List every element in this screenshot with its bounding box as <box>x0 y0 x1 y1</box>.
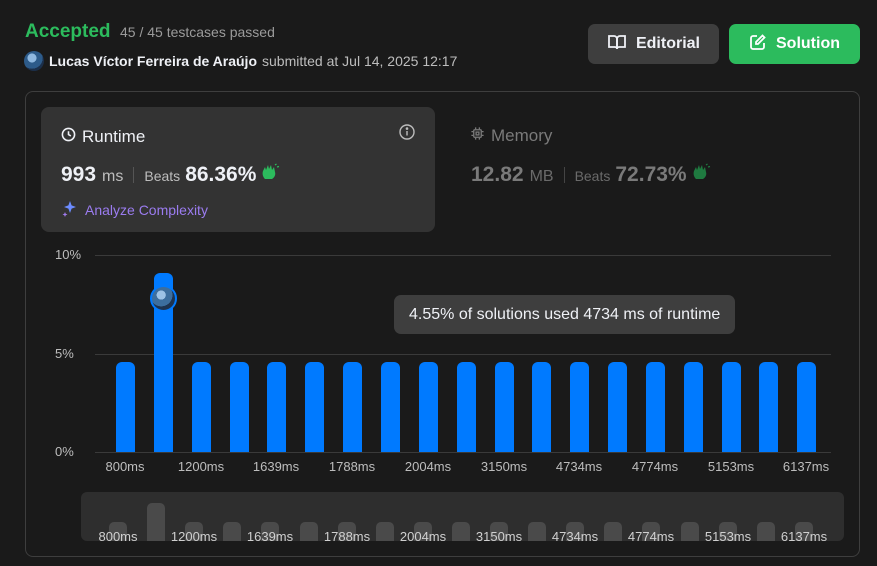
mini-chart-bar <box>757 522 775 541</box>
mini-x-tick-label: 2004ms <box>399 529 447 541</box>
runtime-title-text: Runtime <box>82 127 146 146</box>
clap-icon <box>260 163 280 186</box>
chip-icon <box>470 126 485 146</box>
runtime-unit: ms <box>102 168 124 185</box>
chart-bar[interactable] <box>305 362 324 452</box>
gridline <box>95 255 831 256</box>
clock-icon <box>61 127 76 147</box>
mini-x-tick-label: 1788ms <box>323 529 371 541</box>
avatar[interactable] <box>24 51 44 71</box>
chart-bar[interactable] <box>722 362 741 452</box>
mini-chart-bar <box>528 522 546 541</box>
x-tick-label: 800ms <box>105 459 145 474</box>
runtime-value: 993 <box>61 163 97 186</box>
chart-bar[interactable] <box>495 362 514 452</box>
runtime-beats-value: 86.36% <box>185 163 257 186</box>
mini-chart-bar <box>681 522 699 541</box>
mini-x-tick-label: 5153ms <box>704 529 752 541</box>
your-submission-marker[interactable] <box>150 285 177 312</box>
testcases-passed: 45 / 45 testcases passed <box>120 24 275 40</box>
chart-bar[interactable] <box>797 362 816 452</box>
mini-x-tick-label: 800ms <box>98 529 138 541</box>
chart-bar[interactable] <box>230 362 249 452</box>
chart-bar[interactable] <box>457 362 476 452</box>
clap-icon <box>691 163 711 186</box>
mini-x-tick-label: 4774ms <box>627 529 675 541</box>
submitted-time: submitted at Jul 14, 2025 12:17 <box>262 53 458 69</box>
chart-bar[interactable] <box>646 362 665 452</box>
sparkle-icon <box>61 199 79 220</box>
x-tick-label: 1639ms <box>252 459 300 474</box>
memory-unit: MB <box>529 168 554 185</box>
x-tick-label: 4734ms <box>555 459 603 474</box>
gridline <box>95 354 831 355</box>
mini-x-tick-label: 1200ms <box>170 529 218 541</box>
x-tick-label: 5153ms <box>707 459 755 474</box>
mini-chart-bar <box>452 522 470 541</box>
chart-bar[interactable] <box>381 362 400 452</box>
edit-icon <box>749 33 767 56</box>
x-tick-label: 3150ms <box>480 459 528 474</box>
mini-chart-bar <box>376 522 394 541</box>
y-tick-label: 10% <box>55 247 82 262</box>
runtime-title: Runtime <box>61 127 145 147</box>
memory-value: 12.82 <box>471 163 524 186</box>
mini-chart-bar <box>223 522 241 541</box>
analyze-complexity-link[interactable]: Analyze Complexity <box>61 199 208 220</box>
mini-x-tick-label: 1639ms <box>246 529 294 541</box>
mini-chart-bar <box>300 522 318 541</box>
solution-label: Solution <box>776 35 840 52</box>
chart-bar[interactable] <box>192 362 211 452</box>
chart-bar[interactable] <box>419 362 438 452</box>
chart-bar[interactable] <box>684 362 703 452</box>
memory-title-text: Memory <box>491 126 553 145</box>
chart-bar[interactable] <box>570 362 589 452</box>
divider <box>133 167 135 183</box>
mini-x-tick-label: 4734ms <box>551 529 599 541</box>
book-icon <box>607 33 627 56</box>
divider <box>563 167 565 183</box>
runtime-card[interactable]: Runtime 993 ms Beats 86.36% Analyze Comp… <box>41 107 435 232</box>
memory-stats: 12.82 MB Beats 72.73% <box>471 163 711 187</box>
info-icon[interactable] <box>399 124 415 145</box>
gridline <box>95 452 831 453</box>
mini-x-tick-label: 6137ms <box>780 529 828 541</box>
chart-bar[interactable] <box>116 362 135 452</box>
editorial-label: Editorial <box>635 35 700 52</box>
x-tick-label: 4774ms <box>631 459 679 474</box>
memory-title[interactable]: Memory <box>470 126 552 146</box>
range-selector-chart[interactable]: 800ms 1200ms 1639ms 1788ms 2004ms 3150ms 4734m… <box>81 492 844 541</box>
chart-bar[interactable] <box>343 362 362 452</box>
runtime-stats: 993 ms Beats 86.36% <box>61 163 280 187</box>
memory-beats-value: 72.73% <box>615 163 687 186</box>
analyze-label: Analyze Complexity <box>85 201 208 218</box>
x-tick-label: 1788ms <box>328 459 376 474</box>
mini-x-tick-label: 3150ms <box>475 529 523 541</box>
mini-chart-bar <box>147 503 165 541</box>
chart-bar[interactable] <box>608 362 627 452</box>
y-tick-label: 5% <box>55 346 74 361</box>
editorial-button[interactable]: Editorial <box>588 24 719 64</box>
x-tick-label: 6137ms <box>782 459 830 474</box>
x-tick-label: 1200ms <box>177 459 225 474</box>
x-tick-label: 2004ms <box>404 459 452 474</box>
chart-tooltip: 4.55% of solutions used 4734 ms of runti… <box>394 295 736 334</box>
mini-chart-bar <box>604 522 622 541</box>
chart-bar[interactable] <box>759 362 778 452</box>
memory-beats-label: Beats <box>574 168 611 184</box>
solution-button[interactable]: Solution <box>729 24 860 64</box>
chart-bar[interactable] <box>532 362 551 452</box>
submission-info: Lucas Víctor Ferreira de Araújo submitte… <box>24 51 457 71</box>
y-tick-label: 0% <box>55 444 74 459</box>
runtime-beats-label: Beats <box>144 168 181 184</box>
username-link[interactable]: Lucas Víctor Ferreira de Araújo <box>49 53 257 69</box>
status-accepted: Accepted <box>25 21 111 42</box>
chart-bar[interactable] <box>267 362 286 452</box>
